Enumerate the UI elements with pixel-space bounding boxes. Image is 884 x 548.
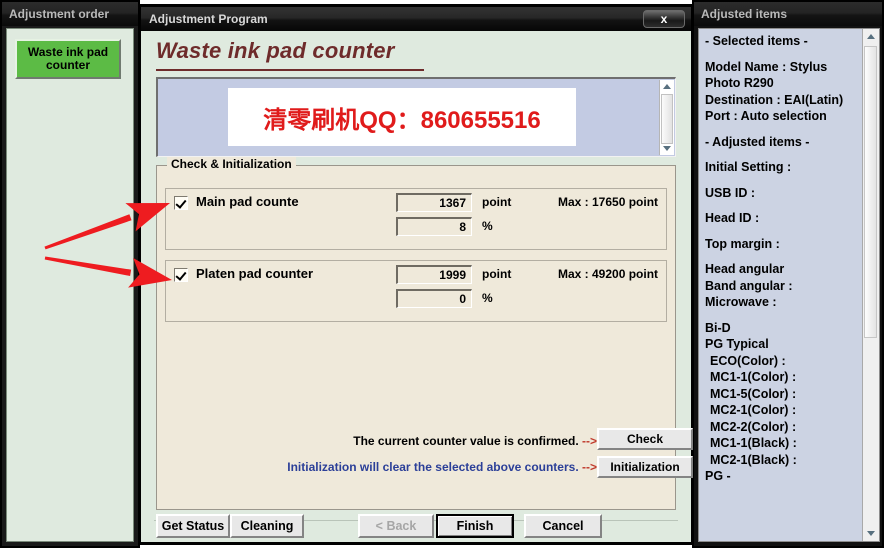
- list-item: PG Typical: [705, 337, 769, 351]
- list-item: MC2-1(Color) :: [710, 403, 797, 417]
- info-banner-box: 清零刷机QQ：860655516: [156, 77, 676, 157]
- platen-pad-counter-percent-field[interactable]: 0: [396, 289, 472, 308]
- initialization-text: Initialization will clear the selected a…: [287, 460, 579, 474]
- initialization-arrow: -->: [582, 460, 597, 474]
- adjustment-order-panel: Adjustment order Waste ink pad counter: [0, 0, 140, 548]
- list-item: Top margin :: [705, 236, 780, 251]
- list-item: - Selected items -: [705, 34, 808, 48]
- list-item: USB ID :: [705, 185, 755, 200]
- list-item: Initial Setting :: [705, 160, 792, 174]
- list-item: ECO(Color) :: [710, 353, 786, 368]
- page-title: Waste ink pad counter: [156, 38, 395, 63]
- back-button: < Back: [358, 514, 434, 538]
- platen-pad-counter-points-field[interactable]: 1999: [396, 265, 472, 284]
- list-item: - Adjusted items -: [705, 134, 810, 149]
- confirm-counter-arrow: -->: [582, 434, 597, 448]
- scroll-down-icon[interactable]: [863, 526, 878, 541]
- scroll-down-icon[interactable]: [660, 142, 674, 155]
- main-pad-counter-panel: Main pad counte 1367 point Max : 17650 p…: [165, 188, 667, 250]
- adjustment-order-body: Waste ink pad counter: [6, 28, 134, 542]
- list-item: MC2-1(Black) :: [710, 452, 797, 467]
- list-item: MC1-1(Color) :: [710, 370, 797, 384]
- list-item: PG -: [705, 469, 731, 483]
- list-item: Band angular :: [705, 278, 793, 293]
- initialization-text-row: Initialization will clear the selected a…: [207, 460, 597, 474]
- list-item: Head ID :: [705, 211, 760, 225]
- adjusted-items-panel: Adjusted items - Selected items - Model N…: [692, 0, 884, 548]
- info-scrollbar-thumb[interactable]: [661, 94, 673, 144]
- adjustment-program-window: Adjustment Program x Waste ink pad count…: [138, 4, 694, 545]
- main-pad-counter-label: Main pad counte: [196, 194, 299, 209]
- check-button[interactable]: Check: [597, 428, 693, 450]
- get-status-button[interactable]: Get Status: [156, 514, 230, 538]
- confirm-counter-text-row: The current counter value is confirmed. …: [207, 434, 597, 448]
- scroll-up-icon[interactable]: [660, 80, 674, 93]
- adjusted-items-title: Adjusted items: [694, 2, 882, 26]
- list-item: Port : Auto selection: [705, 109, 827, 123]
- close-icon[interactable]: x: [643, 10, 685, 28]
- waste-ink-pad-counter-button-line2: counter: [45, 58, 90, 72]
- check-and-initialization-group: Check & Initialization Main pad counte 1…: [156, 157, 693, 510]
- main-pad-counter-point-unit: point: [482, 195, 512, 209]
- adjusted-items-scrollbar[interactable]: [862, 29, 879, 541]
- adjusted-items-list: - Selected items - Model Name : Stylus Pho…: [705, 33, 857, 485]
- group-legend: Check & Initialization: [167, 157, 296, 171]
- window-content: Waste ink pad counter 清零刷机QQ：860655516 C…: [144, 31, 693, 542]
- list-item: Destination : EAI(Latin): [705, 92, 844, 107]
- app-screen: Adjustment order Waste ink pad counter A…: [0, 0, 884, 548]
- main-pad-counter-percent-unit: %: [482, 219, 493, 233]
- list-item: MC2-2(Color) :: [710, 419, 797, 434]
- main-pad-counter-max-label: Max : 17650 point: [558, 195, 659, 209]
- platen-pad-counter-point-unit: point: [482, 267, 512, 281]
- info-banner-text: 清零刷机QQ：860655516: [263, 106, 541, 134]
- platen-pad-counter-label: Platen pad counter: [196, 266, 314, 281]
- list-item: Head angular: [705, 262, 785, 276]
- scroll-up-icon[interactable]: [863, 29, 878, 44]
- info-banner-scrollbar[interactable]: [659, 80, 674, 155]
- initialization-button[interactable]: Initialization: [597, 456, 693, 478]
- platen-pad-counter-checkbox[interactable]: [174, 268, 188, 282]
- adjusted-items-body: - Selected items - Model Name : Stylus Pho…: [698, 28, 880, 542]
- adjusted-items-scrollbar-thumb[interactable]: [864, 46, 877, 338]
- main-pad-counter-percent-field[interactable]: 8: [396, 217, 472, 236]
- confirm-counter-text: The current counter value is confirmed.: [353, 434, 579, 448]
- window-titlebar[interactable]: Adjustment Program x: [141, 7, 691, 31]
- finish-button[interactable]: Finish: [436, 514, 514, 538]
- list-item: Photo R290: [705, 76, 774, 90]
- info-banner-inner: 清零刷机QQ：860655516: [228, 88, 576, 146]
- platen-pad-counter-percent-unit: %: [482, 291, 493, 305]
- list-item: MC1-1(Black) :: [710, 436, 797, 450]
- cleaning-button[interactable]: Cleaning: [230, 514, 304, 538]
- main-pad-counter-points-field[interactable]: 1367: [396, 193, 472, 212]
- waste-ink-pad-counter-button[interactable]: Waste ink pad counter: [15, 39, 121, 79]
- platen-pad-counter-panel: Platen pad counter 1999 point Max : 4920…: [165, 260, 667, 322]
- cancel-button[interactable]: Cancel: [524, 514, 602, 538]
- window-title: Adjustment Program: [149, 12, 268, 26]
- main-pad-counter-checkbox[interactable]: [174, 196, 188, 210]
- list-item: Bi-D: [705, 320, 731, 335]
- adjustment-order-title: Adjustment order: [2, 2, 138, 26]
- page-title-underline: [156, 69, 424, 71]
- platen-pad-counter-max-label: Max : 49200 point: [558, 267, 659, 281]
- list-item: Microwave :: [705, 295, 777, 309]
- list-item: MC1-5(Color) :: [710, 386, 797, 401]
- list-item: Model Name : Stylus: [705, 59, 828, 74]
